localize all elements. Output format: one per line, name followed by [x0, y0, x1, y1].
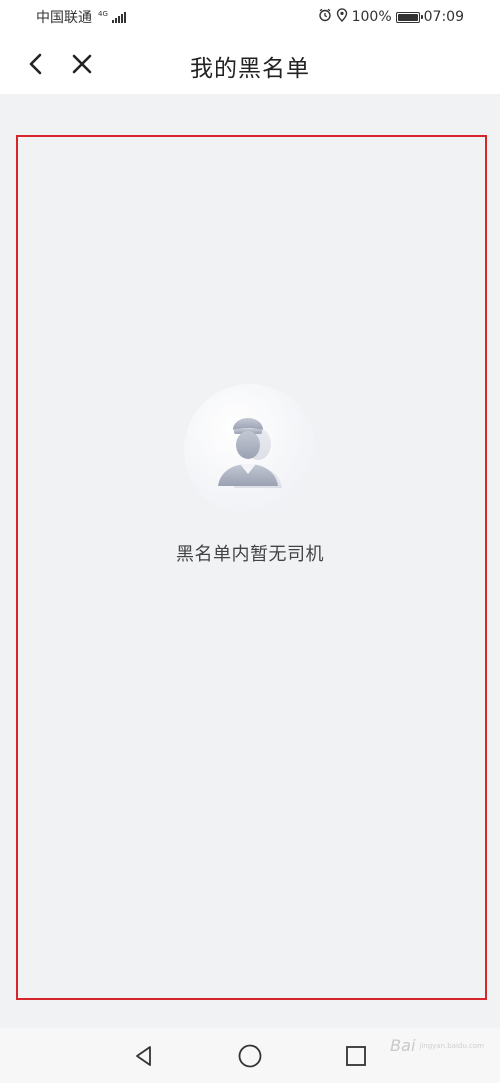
battery-icon [395, 11, 423, 23]
network-type: 4G [98, 9, 108, 18]
highlight-frame [16, 135, 487, 1000]
system-home-button[interactable] [236, 1042, 264, 1070]
watermark: Bai jingyan.baidu.com [390, 1036, 484, 1055]
header: 我的黑名单 [0, 34, 500, 94]
driver-avatar-icon [184, 384, 316, 516]
system-recent-button[interactable] [342, 1042, 370, 1070]
watermark-sub-wrap: jingyan.baidu.com [419, 1042, 484, 1050]
circle-home-icon [238, 1044, 262, 1068]
carrier-label: 中国联通 [36, 10, 92, 26]
system-back-button[interactable] [130, 1042, 158, 1070]
main-content: 黑名单内暂无司机 [0, 94, 500, 1028]
status-bar: 中国联通 4G 100% 07:09 [0, 0, 500, 34]
triangle-back-icon [136, 1046, 151, 1066]
empty-message: 黑名单内暂无司机 [176, 544, 324, 565]
alarm-icon [318, 8, 332, 26]
battery-percent: 100% [351, 9, 392, 25]
clock-time: 07:09 [423, 9, 464, 25]
location-icon [336, 8, 348, 26]
status-right: 100% 07:09 [318, 8, 464, 26]
square-recent-icon [346, 1046, 366, 1066]
status-left: 中国联通 4G [36, 7, 126, 27]
empty-state: 黑名单内暂无司机 [0, 384, 500, 566]
system-nav-bar: Bai jingyan.baidu.com [0, 1028, 500, 1083]
signal-icon [111, 11, 126, 23]
battery-fill [397, 13, 418, 21]
page-title: 我的黑名单 [190, 56, 310, 82]
watermark-text: Bai [390, 1036, 416, 1055]
watermark-sub: jingyan.baidu.com [419, 1041, 484, 1050]
